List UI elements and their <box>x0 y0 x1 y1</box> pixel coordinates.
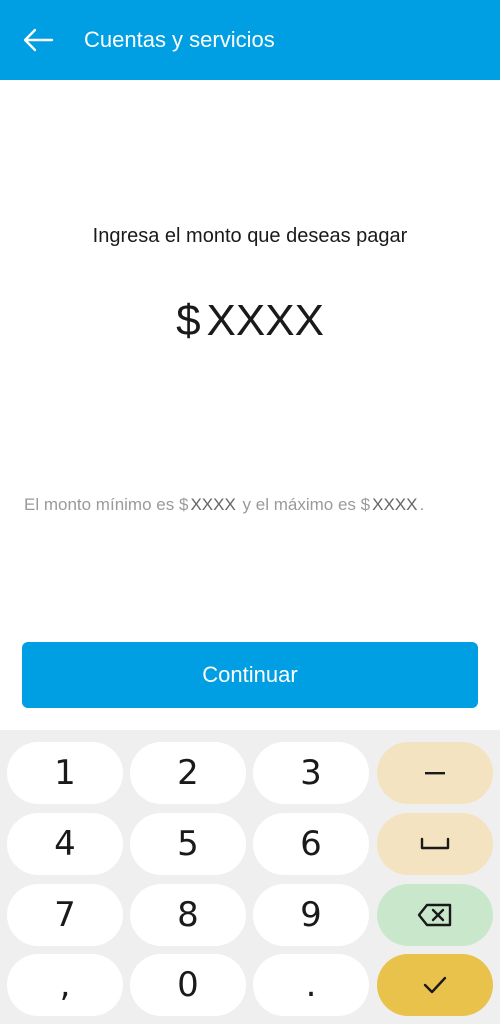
key-4[interactable]: 4 <box>7 813 123 875</box>
app-bar: Cuentas y servicios <box>0 0 500 80</box>
key-6[interactable]: 6 <box>253 813 369 875</box>
max-amount: XXXX <box>372 495 418 514</box>
key-1[interactable]: 1 <box>7 742 123 804</box>
done-key[interactable] <box>377 954 493 1016</box>
page-title: Cuentas y servicios <box>84 27 275 52</box>
key-0[interactable]: 0 <box>130 954 246 1016</box>
comma-key[interactable]: , <box>7 954 123 1016</box>
arrow-left-icon <box>23 28 54 52</box>
amount-value: XXXX <box>206 296 324 345</box>
backspace-icon <box>417 903 452 927</box>
backspace-key[interactable] <box>377 884 493 946</box>
period-key[interactable]: . <box>253 954 369 1016</box>
key-3[interactable]: 3 <box>253 742 369 804</box>
min-amount: XXXX <box>190 495 236 514</box>
key-2[interactable]: 2 <box>130 742 246 804</box>
amount-prompt: Ingresa el monto que deseas pagar <box>92 225 408 247</box>
hint-middle: y el máximo es <box>242 495 356 514</box>
amount-limits-hint: El monto mínimo es $ XXXX y el máximo es … <box>24 494 484 516</box>
hint-suffix: . <box>419 495 425 514</box>
minus-icon <box>425 772 445 775</box>
key-7[interactable]: 7 <box>7 884 123 946</box>
key-8[interactable]: 8 <box>130 884 246 946</box>
hint-prefix: El monto mínimo es <box>24 495 175 514</box>
back-button[interactable] <box>18 22 58 58</box>
min-currency: $ <box>178 495 189 514</box>
max-currency: $ <box>360 495 371 514</box>
space-key[interactable] <box>377 813 493 875</box>
space-icon <box>420 837 450 850</box>
currency-symbol: $ <box>176 296 201 345</box>
key-9[interactable]: 9 <box>253 884 369 946</box>
minus-key[interactable] <box>377 742 493 804</box>
numeric-keyboard: 1 2 3 4 5 6 7 8 9 , 0 . <box>0 730 500 1024</box>
checkmark-icon <box>423 976 447 994</box>
amount-display[interactable]: $ XXXX <box>0 294 500 348</box>
key-5[interactable]: 5 <box>130 813 246 875</box>
continue-button[interactable]: Continuar <box>22 642 478 708</box>
